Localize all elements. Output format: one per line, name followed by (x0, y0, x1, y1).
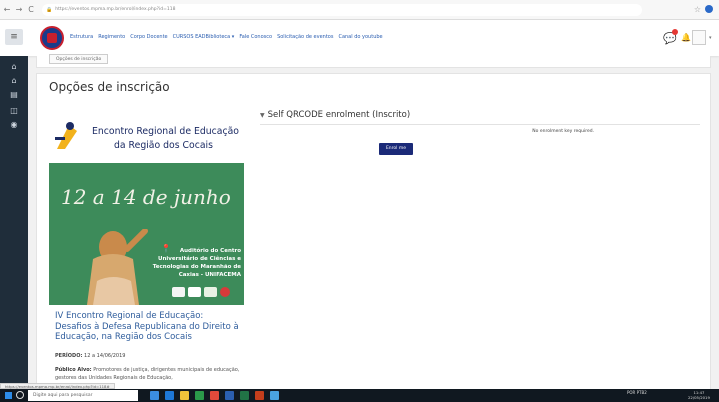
period-value: 12 a 14/06/2019 (84, 353, 126, 359)
chrome-icon[interactable] (210, 391, 219, 400)
poster-title-line2: da Região dos Cocais (114, 140, 213, 151)
clock-date: 22/05/2019 (688, 394, 710, 400)
poster-venue: Auditório do Centro Universitário de Ciê… (152, 248, 241, 278)
taskbar-clock[interactable]: 11:47 22/05/2019 (688, 390, 710, 400)
taskbar-search-input[interactable]: Digite aqui para pesquisar (28, 390, 138, 401)
enrolment-panel: ▼ Self QRCODE enrolment (Inscrito) No enr… (260, 110, 700, 155)
left-drawer: ⌂ ⌂ ▤ ◫ ◉ (0, 56, 28, 386)
main-region: Opções de inscrição Opções de inscrição … (36, 54, 711, 393)
enrolment-heading[interactable]: ▼ Self QRCODE enrolment (Inscrito) (260, 110, 700, 120)
sponsor-logo (172, 287, 185, 297)
excel-icon[interactable] (240, 391, 249, 400)
collapse-triangle-icon[interactable]: ▼ (260, 112, 265, 119)
page-header-strip: Opções de inscrição (36, 54, 711, 68)
sponsor-logo (188, 287, 201, 297)
main-menu: Estrutura Regimento Corpo Docente CURSOS… (70, 34, 383, 40)
store-icon[interactable] (195, 391, 204, 400)
page-title: Opções de inscrição (49, 80, 170, 94)
enrolment-message: No enrolment key required. (532, 129, 594, 134)
powerpoint-icon[interactable] (255, 391, 264, 400)
cortana-icon[interactable] (16, 391, 24, 399)
enrolment-heading-text: Self QRCODE enrolment (Inscrito) (267, 110, 411, 120)
menu-item-estrutura[interactable]: Estrutura (70, 34, 93, 40)
poster-header: Encontro Regional de Educação da Região … (49, 107, 244, 163)
sponsor-logo (220, 287, 230, 297)
menu-toggle-button[interactable]: ≡ (5, 29, 23, 45)
browser-profile-icon[interactable] (705, 5, 713, 13)
event-poster-image: Encontro Regional de Educação da Região … (49, 107, 244, 305)
file-explorer-icon[interactable] (180, 391, 189, 400)
menu-item-cursos-ead[interactable]: CURSOS EADBiblioteca ▾ (173, 34, 235, 40)
enrol-me-button[interactable]: Enrol me (379, 143, 413, 155)
event-period: PERÍODO: 12 a 14/06/2019 (55, 353, 125, 359)
taskbar-apps (150, 391, 279, 400)
poster-title-line1: Encontro Regional de Educação (92, 126, 239, 137)
menu-item-youtube[interactable]: Canal do youtube (338, 34, 382, 40)
lock-icon: 🔒 (46, 6, 53, 13)
forward-button[interactable]: → (14, 5, 24, 14)
word-icon[interactable] (225, 391, 234, 400)
browser-toolbar: ← → C 🔒 https://eventos.mpma.mp.br/enrol… (0, 0, 719, 20)
period-label: PERÍODO: (55, 353, 83, 359)
menu-item-fale-conosco[interactable]: Fale Conosco (239, 34, 272, 40)
event-title[interactable]: IV Encontro Regional de Educação: Desafi… (55, 311, 240, 343)
windows-taskbar: Digite aqui para pesquisar POR PTB2 11:4… (0, 389, 719, 402)
task-view-icon[interactable] (150, 391, 159, 400)
child-figure (87, 229, 148, 305)
windows-start-icon[interactable] (5, 392, 12, 399)
edge-icon[interactable] (165, 391, 174, 400)
address-bar[interactable]: 🔒 https://eventos.mpma.mp.br/enrol/index… (42, 3, 642, 16)
files-icon[interactable]: ◫ (7, 106, 21, 115)
back-button[interactable]: ← (2, 5, 12, 14)
poster-logo-figure (55, 122, 77, 149)
url-text: https://eventos.mpma.mp.br/enrol/index.p… (55, 7, 176, 12)
event-audience: Público Alvo: Promotores de justiça, dir… (55, 366, 247, 382)
courses-icon[interactable]: ◉ (7, 120, 21, 129)
logo-mark (47, 33, 57, 43)
app-icon[interactable] (270, 391, 279, 400)
sponsor-logo (204, 287, 217, 297)
bookmark-star-icon[interactable]: ☆ (694, 5, 701, 14)
calendar-icon[interactable]: ▤ (7, 90, 21, 99)
enrol-card: Opções de inscrição Encontro Regional de… (36, 73, 711, 393)
breadcrumb-button[interactable]: Opções de inscrição (49, 54, 109, 64)
system-tray-lang[interactable]: POR PTB2 (627, 390, 647, 396)
poster-dates: 12 a 14 de junho (61, 185, 231, 209)
reload-button[interactable]: C (26, 5, 36, 14)
site-home-icon[interactable]: ⌂ (7, 76, 21, 85)
bell-icon[interactable]: 🔔 (681, 33, 691, 42)
site-header: ≡ Estrutura Regimento Corpo Docente CURS… (0, 20, 719, 56)
home-icon[interactable]: ⌂ (7, 62, 21, 71)
menu-item-corpo-docente[interactable]: Corpo Docente (130, 34, 167, 40)
audience-label: Público Alvo: (55, 367, 92, 373)
site-logo[interactable] (40, 26, 64, 50)
sponsor-logos (172, 287, 230, 297)
menu-item-solicitacao[interactable]: Solicitação de eventos (277, 34, 333, 40)
user-menu-avatar[interactable] (692, 30, 706, 45)
chevron-down-icon[interactable]: ▾ (709, 35, 712, 41)
notification-badge (672, 29, 678, 35)
divider (260, 124, 700, 125)
menu-item-regimento[interactable]: Regimento (98, 34, 125, 40)
